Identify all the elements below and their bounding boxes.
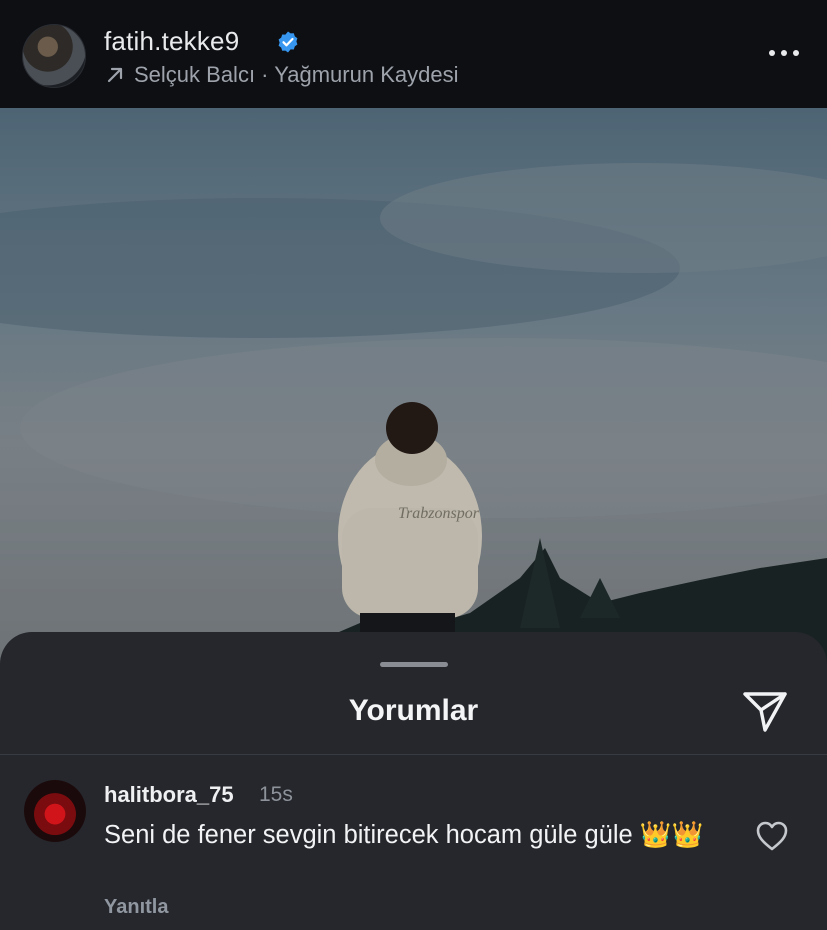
- post-header: fatih.tekke9 Selçuk Balcı · Yağmurun Kay…: [0, 0, 827, 108]
- commenter-avatar[interactable]: [24, 780, 86, 842]
- heart-icon[interactable]: [755, 820, 789, 852]
- comment-username[interactable]: halitbora_75: [104, 782, 234, 808]
- reply-button[interactable]: Yanıtla: [104, 896, 168, 919]
- sheet-title: Yorumlar: [348, 694, 479, 727]
- profile-avatar[interactable]: [22, 24, 86, 88]
- comment-time: 15s: [259, 783, 293, 806]
- music-attribution[interactable]: Selçuk Balcı · Yağmurun Kaydesi: [106, 62, 458, 88]
- arrow-up-right-icon: [107, 67, 123, 83]
- more-options-button[interactable]: [767, 40, 801, 66]
- comments-sheet: Yorumlar halitbora_75 15s Seni de fener …: [0, 632, 827, 930]
- post-photo[interactable]: Trabzonspor: [0, 108, 827, 668]
- sheet-drag-handle[interactable]: [380, 662, 448, 667]
- photo-dim-overlay: [0, 108, 827, 668]
- music-label: Selçuk Balcı · Yağmurun Kaydesi: [134, 62, 459, 87]
- username[interactable]: fatih.tekke9: [104, 26, 239, 57]
- verified-badge-icon: [278, 31, 298, 53]
- sheet-divider: [0, 754, 827, 755]
- send-icon[interactable]: [741, 688, 789, 734]
- comment-text: Seni de fener sevgin bitirecek hocam gül…: [104, 821, 704, 849]
